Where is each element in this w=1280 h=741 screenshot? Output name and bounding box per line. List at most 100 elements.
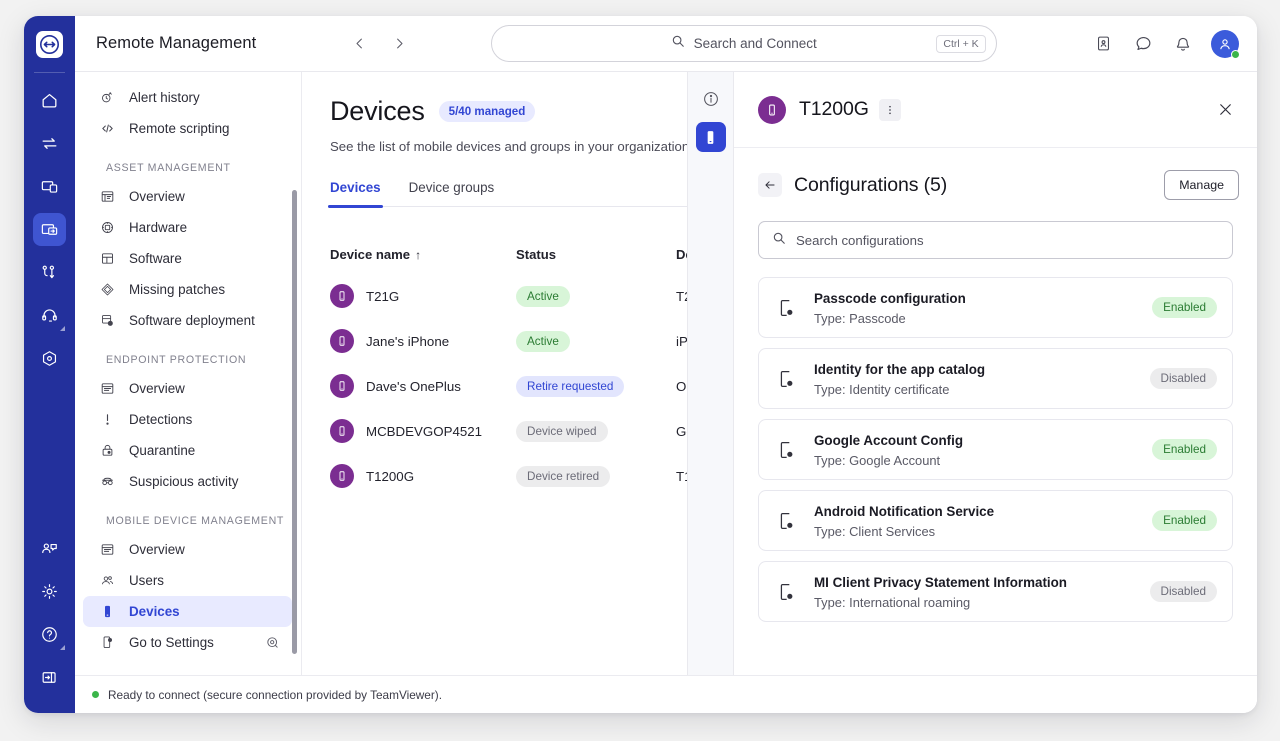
connection-status-text: Ready to connect (secure connection prov… — [108, 687, 442, 702]
rail-item-remote-management[interactable] — [33, 213, 66, 246]
device-status-cell: Active — [516, 284, 676, 329]
column-header-status[interactable]: Status — [516, 247, 676, 284]
rail-item-monitoring[interactable] — [33, 256, 66, 289]
sidebar-item-quarantine[interactable]: Quarantine — [83, 435, 292, 466]
devices-tabs: Devices Device groups — [328, 180, 733, 208]
rail-item-sign-out[interactable] — [33, 661, 66, 694]
search-icon — [772, 231, 786, 250]
sidebar-section-mobile-device-management: Mobile device management — [106, 515, 285, 527]
detections-alert-icon — [99, 411, 116, 428]
tab-device-groups[interactable]: Device groups — [409, 180, 495, 206]
overview-icon — [99, 541, 116, 558]
chat-bubble-icon[interactable] — [1131, 32, 1155, 56]
config-title: Google Account Config — [814, 432, 964, 448]
back-arrow-icon[interactable] — [758, 173, 782, 197]
more-options-icon[interactable] — [878, 98, 901, 121]
config-type: Type: Passcode — [814, 310, 906, 326]
settings-device-icon — [99, 634, 116, 651]
top-bar: Remote Management Search and Connect Ctr… — [74, 16, 1257, 72]
list-item[interactable]: Android Notification Service Type: Clien… — [758, 490, 1233, 551]
configurations-search-input[interactable]: Search configurations — [758, 221, 1233, 259]
sidebar-item-go-to-settings[interactable]: Go to Settings — [83, 627, 292, 658]
close-icon[interactable] — [1211, 96, 1239, 124]
search-input[interactable]: Search and Connect Ctrl + K — [490, 25, 997, 62]
sidebar-item-label: Overview — [129, 189, 185, 204]
sidebar-item-label: Users — [129, 573, 164, 588]
connection-status-dot — [92, 691, 99, 698]
table-row[interactable]: T21G Active T21 — [330, 284, 733, 329]
device-name-cell: MCBDEVGOP4521 — [330, 419, 516, 464]
tab-devices[interactable]: Devices — [328, 180, 383, 208]
back-nav-icon[interactable] — [348, 33, 370, 55]
table-row[interactable]: MCBDEVGOP4521 Device wiped Go — [330, 419, 733, 464]
status-badge: Device wiped — [516, 420, 608, 442]
sidebar-section-endpoint-protection: Endpoint protection — [106, 354, 247, 366]
rail-item-settings-gear[interactable] — [33, 575, 66, 608]
forward-nav-icon[interactable] — [388, 33, 410, 55]
configurations-search-placeholder: Search configurations — [796, 232, 924, 248]
sidebar-item-label: Quarantine — [129, 443, 196, 458]
sidebar-item-label: Overview — [129, 381, 185, 396]
sidebar-item-hardware[interactable]: Hardware — [83, 212, 292, 243]
device-config-icon — [775, 438, 797, 462]
table-row[interactable]: Dave's OnePlus Retire requested On — [330, 374, 733, 419]
contact-card-icon[interactable] — [1091, 32, 1115, 56]
device-config-icon — [775, 367, 797, 391]
sidebar-item-software[interactable]: Software — [83, 243, 292, 274]
sidebar-item-asset-overview[interactable]: Overview — [83, 181, 292, 212]
sidebar-item-users[interactable]: Users — [83, 565, 292, 596]
list-item[interactable]: Passcode configuration Type: Passcode En… — [758, 277, 1233, 338]
notification-bell-icon[interactable] — [1171, 32, 1195, 56]
sidebar-item-detections[interactable]: Detections — [83, 404, 292, 435]
status-badge: Enabled — [1152, 510, 1217, 531]
sidebar-item-missing-patches[interactable]: Missing patches — [83, 274, 292, 305]
config-type: Type: International roaming — [814, 594, 971, 610]
teamviewer-logo-icon[interactable] — [36, 31, 63, 58]
rail-item-help[interactable] — [33, 618, 66, 651]
sidebar-item-alert-history[interactable]: Alert history — [83, 82, 292, 113]
device-name-cell: Jane's iPhone — [330, 329, 516, 374]
mobile-device-icon — [99, 603, 116, 620]
column-header-device-name[interactable]: Device name ↑ — [330, 247, 516, 284]
mobile-device-icon — [330, 464, 354, 488]
rail-item-augmented-reality[interactable] — [33, 342, 66, 375]
detail-panel-rail — [687, 72, 733, 675]
device-status-cell: Device wiped — [516, 419, 676, 464]
rail-item-devices[interactable] — [33, 170, 66, 203]
devices-page: Devices 5/40 managed See the list of mob… — [302, 72, 733, 509]
table-row[interactable]: Jane's iPhone Active iPh — [330, 329, 733, 374]
sidebar-scrollbar[interactable] — [292, 190, 297, 654]
config-type: Type: Client Services — [814, 523, 936, 539]
mobile-device-icon[interactable] — [695, 122, 726, 152]
manage-button[interactable]: Manage — [1164, 170, 1239, 200]
list-item[interactable]: MI Client Privacy Statement Information … — [758, 561, 1233, 622]
rail-item-transfer[interactable] — [33, 127, 66, 160]
mobile-device-icon — [758, 95, 786, 124]
overview-icon — [99, 380, 116, 397]
list-item[interactable]: Identity for the app catalog Type: Ident… — [758, 348, 1233, 409]
rail-item-contacts-chat[interactable] — [33, 532, 66, 565]
external-link-icon[interactable] — [265, 635, 280, 650]
rail-divider — [34, 72, 65, 73]
rail-item-home[interactable] — [33, 84, 66, 117]
sidebar-item-suspicious-activity[interactable]: Suspicious activity — [83, 466, 292, 497]
search-icon — [671, 34, 685, 53]
sidebar-item-protection-overview[interactable]: Overview — [83, 373, 292, 404]
list-item[interactable]: Google Account Config Type: Google Accou… — [758, 419, 1233, 480]
sidebar-item-label: Software deployment — [129, 313, 255, 328]
sidebar-item-software-deployment[interactable]: Software deployment — [83, 305, 292, 336]
sort-ascending-icon[interactable]: ↑ — [415, 248, 421, 262]
table-row[interactable]: T1200G Device retired T12 — [330, 464, 733, 509]
global-search-wrap: Search and Connect Ctrl + K — [410, 25, 1077, 62]
device-name: MCBDEVGOP4521 — [366, 423, 483, 439]
rail-item-support-headset[interactable] — [33, 299, 66, 332]
sidebar-item-devices[interactable]: Devices — [83, 596, 292, 627]
column-label: Device name — [330, 247, 411, 262]
user-avatar[interactable] — [1211, 29, 1240, 59]
sidebar-item-remote-scripting[interactable]: Remote scripting — [83, 113, 292, 144]
info-circle-icon[interactable] — [696, 84, 726, 114]
status-badge: Active — [516, 285, 570, 307]
mobile-device-icon — [330, 419, 354, 443]
device-name: Dave's OnePlus — [366, 378, 461, 394]
sidebar-item-mdm-overview[interactable]: Overview — [83, 534, 292, 565]
